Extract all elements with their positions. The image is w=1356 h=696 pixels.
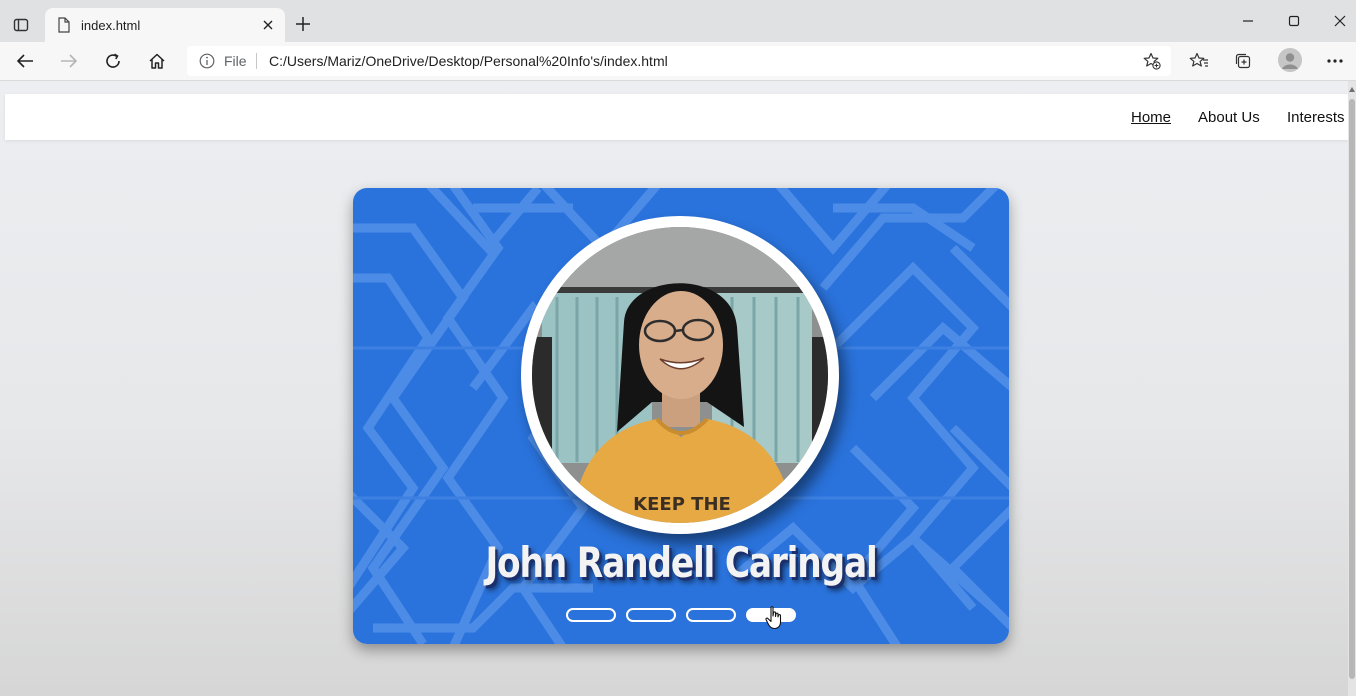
window-close-icon[interactable]: [1325, 8, 1355, 34]
scrollbar[interactable]: [1348, 81, 1356, 696]
divider: [256, 53, 257, 69]
hero-card: KEEP THE John Randell Caringal: [353, 188, 1009, 644]
star-plus-icon[interactable]: [1141, 50, 1163, 72]
forward-arrow-icon[interactable]: [56, 49, 82, 73]
site-navbar: Home About Us Interests: [5, 94, 1348, 140]
minimize-icon[interactable]: [1233, 8, 1263, 34]
carousel-dot[interactable]: [686, 608, 736, 622]
file-label: File: [224, 53, 247, 69]
favorites-icon[interactable]: [1186, 49, 1212, 73]
scrollbar-thumb[interactable]: [1349, 99, 1355, 679]
nav-link-home[interactable]: Home: [1131, 109, 1171, 126]
collections-icon[interactable]: [1230, 49, 1256, 73]
browser-toolbar: File C:/Users/Mariz/OneDrive/Desktop/Per…: [0, 42, 1356, 81]
carousel-dot[interactable]: [626, 608, 676, 622]
hero-name: John Randell Caringal: [485, 538, 877, 587]
carousel-dot[interactable]: [566, 608, 616, 622]
shirt-print: KEEP THE: [633, 494, 731, 515]
address-bar[interactable]: File C:/Users/Mariz/OneDrive/Desktop/Per…: [187, 46, 1171, 76]
hand-cursor-icon: [765, 606, 783, 635]
more-icon[interactable]: [1322, 49, 1348, 73]
url-text[interactable]: C:/Users/Mariz/OneDrive/Desktop/Personal…: [269, 53, 668, 69]
tab-title: index.html: [81, 18, 141, 33]
plus-icon[interactable]: [293, 14, 313, 34]
profile-icon[interactable]: [1278, 48, 1302, 72]
document-icon: [57, 17, 71, 38]
maximize-icon[interactable]: [1279, 8, 1309, 34]
profile-photo-frame: KEEP THE: [521, 216, 839, 534]
info-icon[interactable]: [199, 53, 215, 74]
nav-link-interests[interactable]: Interests: [1287, 109, 1345, 126]
profile-photo: KEEP THE: [532, 227, 828, 523]
browser-tab[interactable]: index.html: [45, 8, 285, 42]
browser-tab-bar: index.html: [0, 0, 1356, 42]
close-icon[interactable]: [259, 16, 277, 34]
refresh-icon[interactable]: [100, 49, 126, 73]
tab-actions-icon[interactable]: [8, 12, 34, 38]
page-viewport: Home About Us Interests KEEP THE John Ra…: [0, 81, 1356, 696]
back-arrow-icon[interactable]: [12, 49, 38, 73]
nav-link-about-us[interactable]: About Us: [1198, 109, 1260, 126]
scroll-up-icon[interactable]: [1348, 85, 1356, 93]
home-icon[interactable]: [144, 49, 170, 73]
